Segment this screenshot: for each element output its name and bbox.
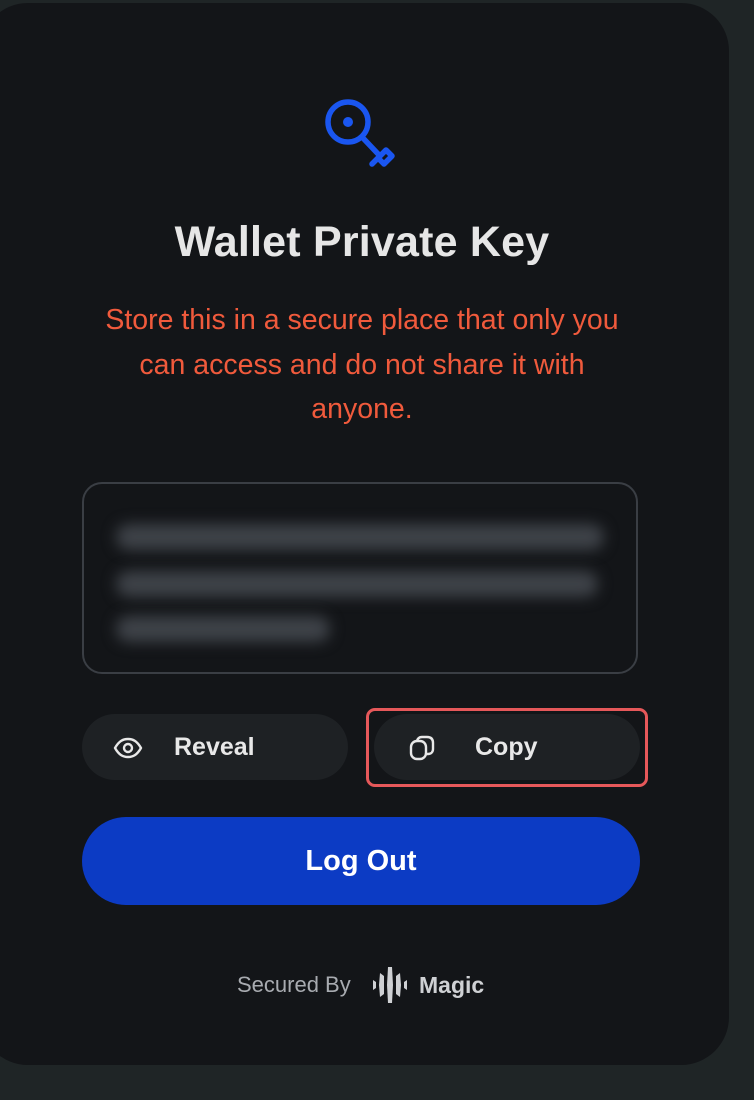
magic-brand-name: Magic [419, 972, 485, 998]
copy-button-label: Copy [475, 733, 538, 761]
key-icon [325, 99, 395, 167]
log-out-button[interactable]: Log Out [82, 817, 640, 905]
hidden-key-line [116, 616, 330, 642]
reveal-button-label: Reveal [174, 733, 255, 761]
hidden-key-line [116, 571, 598, 597]
copy-icon [409, 735, 435, 761]
security-warning: Store this in a secure place that only y… [105, 304, 619, 425]
private-key-field[interactable] [82, 482, 638, 674]
eye-icon [113, 737, 143, 759]
page-title: Wallet Private Key [174, 218, 550, 266]
hidden-key-line [116, 524, 604, 550]
magic-logo-icon [373, 967, 407, 1003]
reveal-button[interactable]: Reveal [82, 714, 348, 780]
secured-by-label: Secured By [237, 972, 351, 997]
copy-button[interactable]: Copy [374, 714, 640, 780]
